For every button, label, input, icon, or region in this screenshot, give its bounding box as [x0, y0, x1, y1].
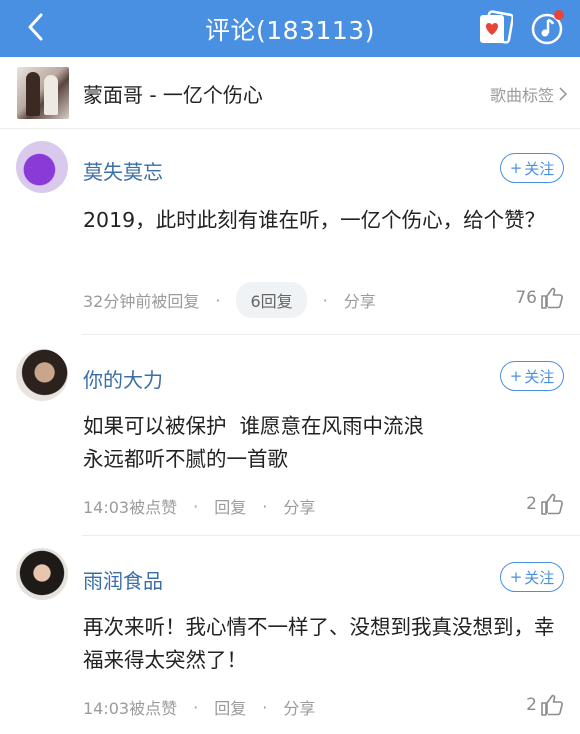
thumbs-up-icon: [541, 493, 563, 515]
avatar[interactable]: [16, 141, 68, 193]
comment-time: 14:03被点赞: [83, 699, 178, 718]
comment-item: 你的大力 + 关注 如果可以被保护 谁愿意在风雨中流浪 永远都听不腻的一首歌 14…: [0, 336, 580, 536]
back-button[interactable]: [22, 12, 52, 42]
comment-text-line-1: 如果可以被保护 谁愿意在风雨中流浪: [83, 414, 425, 438]
follow-button[interactable]: + 关注: [500, 153, 564, 183]
share-button[interactable]: 分享: [344, 288, 376, 312]
page-title: 评论(183113): [205, 15, 375, 45]
comment-author[interactable]: 雨润食品: [83, 565, 163, 594]
comment-text-line-2: 永远都听不腻的一首歌: [83, 447, 288, 471]
follow-button[interactable]: + 关注: [500, 361, 564, 391]
plus-icon: +: [509, 159, 523, 177]
follow-label: 关注: [524, 568, 555, 587]
comment-item: 雨润食品 + 关注 再次来听！我心情不一样了、没想到我真没想到，幸福来得太突然了！…: [0, 537, 580, 734]
avatar[interactable]: [16, 349, 68, 401]
like-count: 2: [526, 494, 537, 514]
follow-label: 关注: [524, 367, 555, 386]
song-tag-link[interactable]: 歌曲标签: [490, 82, 568, 106]
plus-icon: +: [509, 568, 523, 586]
chevron-right-icon: [559, 87, 568, 101]
like-button[interactable]: 2: [526, 493, 564, 515]
comment-text: 再次来听！我心情不一样了、没想到我真没想到，幸福来得太突然了！: [83, 615, 555, 672]
share-button[interactable]: 分享: [283, 494, 315, 518]
like-button[interactable]: 2: [526, 694, 564, 716]
album-cover: [17, 67, 69, 119]
now-playing-button[interactable]: [528, 8, 566, 46]
comment-meta: 14:03被点赞 · 回复 · 分享: [83, 494, 315, 518]
song-title: 蒙面哥 - 一亿个伤心: [83, 83, 263, 107]
comment-meta: 32分钟前被回复 · 6回复 · 分享: [83, 282, 376, 318]
avatar[interactable]: [16, 548, 68, 600]
reply-button[interactable]: 回复: [214, 695, 246, 719]
follow-label: 关注: [524, 159, 555, 178]
thumbs-up-icon: [541, 694, 563, 716]
like-count: 2: [526, 695, 537, 715]
plus-icon: +: [509, 367, 523, 385]
top-bar: 评论(183113): [0, 0, 580, 57]
replies-button[interactable]: 6回复: [236, 282, 307, 318]
share-button[interactable]: 分享: [283, 695, 315, 719]
comment-meta: 14:03被点赞 · 回复 · 分享: [83, 695, 315, 719]
comment-time: 32分钟前被回复: [83, 292, 200, 311]
comment-time: 14:03被点赞: [83, 498, 178, 517]
share-card-button[interactable]: [477, 10, 515, 44]
comment-author[interactable]: 你的大力: [83, 364, 163, 393]
like-count: 76: [515, 288, 537, 308]
thumbs-up-icon: [541, 287, 563, 309]
comment-author[interactable]: 莫失莫忘: [83, 156, 163, 185]
comment-text: 2019，此时此刻有谁在听，一亿个伤心，给个赞？: [83, 208, 546, 232]
follow-button[interactable]: + 关注: [500, 562, 564, 592]
song-row[interactable]: 蒙面哥 - 一亿个伤心 歌曲标签: [0, 57, 580, 129]
reply-button[interactable]: 回复: [214, 494, 246, 518]
heart-card-icon: [480, 10, 515, 44]
music-note-icon: [531, 10, 564, 45]
song-tag-label: 歌曲标签: [489, 86, 554, 105]
like-button[interactable]: 76: [515, 287, 564, 309]
chevron-left-icon: [28, 13, 43, 41]
comment-item: 莫失莫忘 + 关注 2019，此时此刻有谁在听，一亿个伤心，给个赞？ 32分钟前被…: [0, 129, 580, 335]
